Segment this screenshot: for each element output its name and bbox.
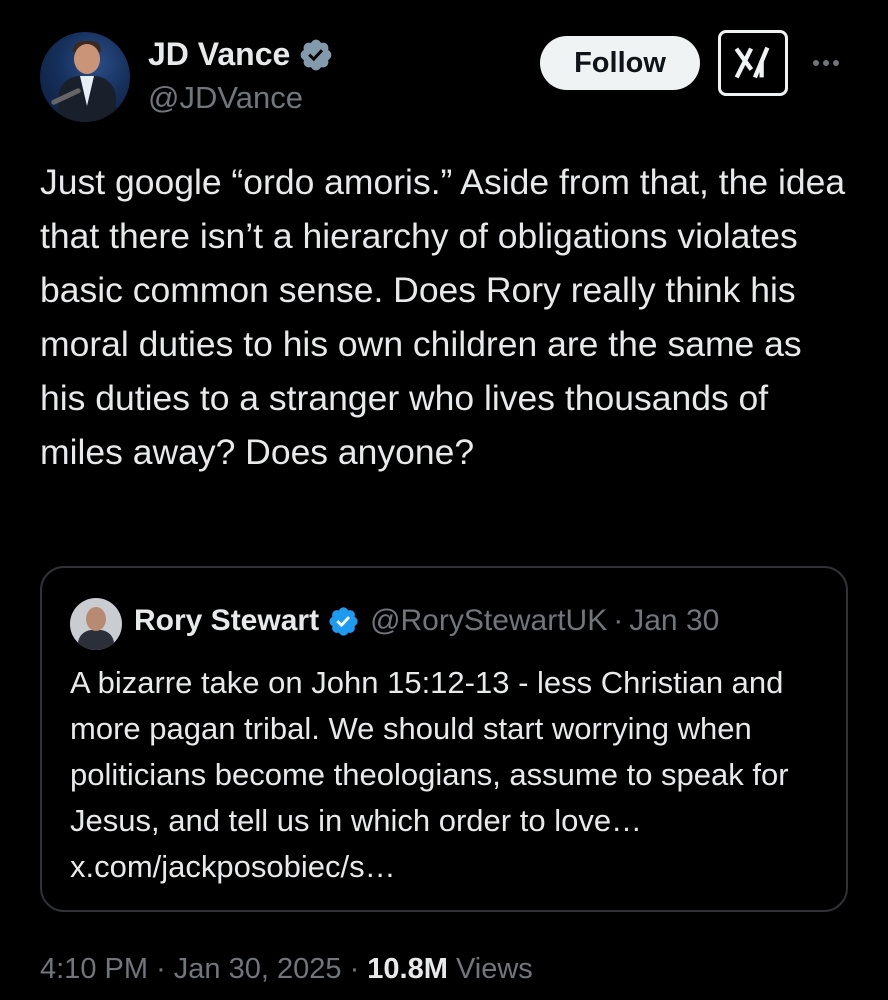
tweet-header: JD Vance @JDVance Follow (40, 30, 848, 122)
views-count[interactable]: 10.8M (367, 953, 448, 985)
tweet-text: Just google “ordo amoris.” Aside from th… (40, 162, 846, 472)
quoted-tweet-header: Rory Stewart @RoryStewartUK · Jan 30 (134, 604, 719, 638)
tweet-date[interactable]: Jan 30, 2025 (174, 953, 342, 985)
tweet-metadata: 4:10 PM · Jan 30, 2025 · 10.8M Views (40, 953, 533, 986)
quoted-author-name[interactable]: Rory Stewart (134, 604, 319, 638)
author-name[interactable]: JD Vance (148, 36, 290, 73)
more-options-icon[interactable] (806, 50, 846, 76)
grok-icon[interactable] (718, 30, 788, 96)
author-handle[interactable]: @JDVance (148, 80, 303, 116)
quoted-tweet-date[interactable]: Jan 30 (629, 604, 719, 638)
quoted-tweet[interactable]: Rory Stewart @RoryStewartUK · Jan 30 A b… (40, 566, 848, 912)
verified-badge-icon[interactable] (298, 37, 334, 73)
verified-badge-icon[interactable] (327, 605, 360, 638)
tweet-time[interactable]: 4:10 PM (40, 953, 148, 985)
separator-dot: · (349, 953, 360, 985)
separator-dot: · (613, 604, 624, 637)
quoted-author-handle[interactable]: @RoryStewartUK (370, 604, 607, 638)
separator-dot: · (156, 953, 166, 985)
quoted-author-avatar[interactable] (70, 598, 122, 650)
views-label: Views (455, 953, 533, 985)
author-name-row: JD Vance (148, 36, 334, 73)
author-avatar[interactable] (40, 32, 130, 122)
follow-button[interactable]: Follow (540, 36, 700, 90)
quoted-tweet-text: A bizarre take on John 15:12-13 - less C… (70, 665, 789, 884)
